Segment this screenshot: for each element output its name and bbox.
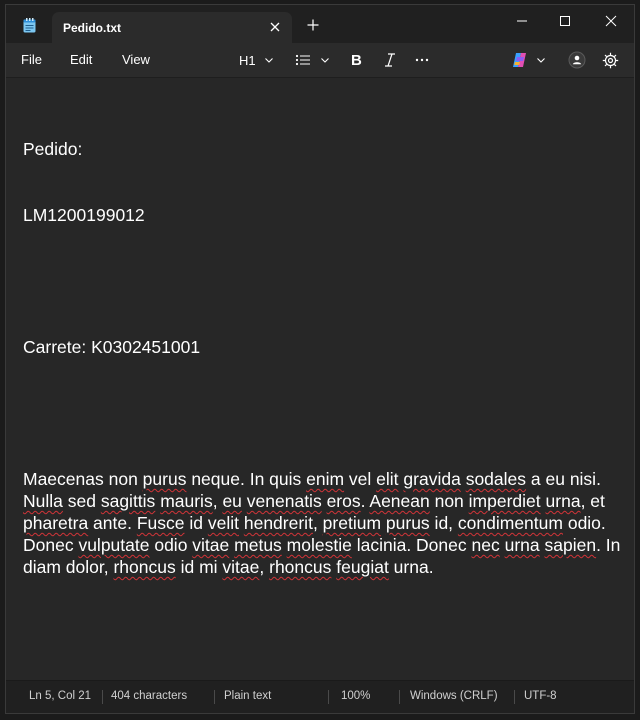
misspelled-word: vitae (192, 535, 230, 555)
misspelled-word: nec (471, 535, 500, 555)
misspelled-word: purus (385, 513, 430, 533)
gear-icon[interactable] (602, 51, 619, 69)
status-bar: Ln 5, Col 21 404 characters Plain text 1… (6, 680, 634, 713)
window-close-icon[interactable] (588, 9, 634, 33)
misspelled-word: purus (142, 469, 187, 489)
misspelled-word: venenatis (246, 491, 322, 511)
text-run: sed (62, 491, 101, 511)
list-dropdown[interactable] (295, 51, 330, 69)
document-line: LM1200199012 (23, 205, 145, 225)
document-paragraph: Maecenas non purus neque. In quis enim v… (23, 468, 623, 578)
menu-file[interactable]: File (21, 52, 42, 67)
misspelled-word: urna (504, 535, 540, 555)
menu-view[interactable]: View (122, 52, 150, 67)
misspelled-word: condimentum (457, 513, 563, 533)
text-run: , (212, 491, 223, 511)
status-divider (399, 690, 400, 704)
bullet-list-icon (295, 53, 311, 67)
copilot-dropdown[interactable] (511, 51, 546, 69)
misspelled-word: eros (326, 491, 361, 511)
text-run: a eu nisi. (526, 469, 606, 489)
misspelled-word: pretium (322, 513, 382, 533)
heading-label: H1 (239, 52, 256, 68)
bold-icon[interactable]: B (350, 51, 364, 69)
close-icon[interactable] (268, 20, 282, 34)
text-run: vel (344, 469, 377, 489)
text-editor[interactable]: Pedido: LM1200199012 Carrete: K030245100… (6, 78, 634, 682)
misspelled-word: imperdiet (468, 491, 541, 511)
text-run: odio (149, 535, 193, 555)
misspelled-word: sapien (544, 535, 597, 555)
text-run: lacinia. Donec (351, 535, 472, 555)
text-run: urna. (388, 557, 434, 577)
copilot-icon (511, 52, 528, 68)
zoom-level[interactable]: 100% (341, 690, 370, 702)
chevron-down-icon (536, 55, 546, 65)
misspelled-word: vulputate (78, 535, 150, 555)
status-divider (328, 690, 329, 704)
tab-pedido[interactable]: Pedido.txt (52, 12, 292, 43)
document-line: Pedido: (23, 139, 83, 159)
status-divider (214, 690, 215, 704)
maximize-icon[interactable] (542, 9, 588, 33)
misspelled-word: Aenean (369, 491, 430, 511)
misspelled-word: enim (306, 469, 345, 489)
encoding[interactable]: UTF-8 (524, 690, 557, 702)
notepad-icon (23, 18, 36, 33)
menu-bar: File Edit View H1 B (6, 43, 634, 78)
text-run: , (259, 557, 270, 577)
misspelled-word: hendrerit (243, 513, 313, 533)
document-line (23, 270, 623, 292)
misspelled-word: urna (545, 491, 581, 511)
notepad-window: Pedido.txt File Edit View H1 B Pedido: L… (5, 4, 635, 714)
misspelled-word: vitae (222, 557, 260, 577)
misspelled-word: gravida (403, 469, 461, 489)
cursor-position[interactable]: Ln 5, Col 21 (29, 690, 91, 702)
document-line (23, 402, 623, 424)
misspelled-word: Fusce (136, 513, 185, 533)
misspelled-word: sagittis (100, 491, 156, 511)
text-format[interactable]: Plain text (224, 690, 271, 702)
misspelled-word: Nulla (23, 491, 63, 511)
misspelled-word: elit (376, 469, 399, 489)
plus-icon[interactable] (306, 18, 320, 32)
svg-text:B: B (351, 52, 362, 68)
text-run: , (312, 513, 323, 533)
misspelled-word: metus (234, 535, 282, 555)
document-content[interactable]: Pedido: LM1200199012 Carrete: K030245100… (23, 94, 623, 622)
tab-title: Pedido.txt (63, 21, 122, 35)
title-bar: Pedido.txt (6, 5, 634, 43)
minimize-icon[interactable] (499, 9, 545, 33)
line-ending[interactable]: Windows (CRLF) (410, 690, 498, 702)
status-divider (102, 690, 103, 704)
text-run: id, (429, 513, 458, 533)
menu-edit[interactable]: Edit (70, 52, 92, 67)
misspelled-word: rhoncus (113, 557, 176, 577)
misspelled-word: rhoncus (269, 557, 332, 577)
misspelled-word: sodales (465, 469, 527, 489)
misspelled-word: molestie (286, 535, 352, 555)
text-run: id mi (175, 557, 223, 577)
text-run: Maecenas non (23, 469, 143, 489)
document-line: Carrete: K0302451001 (23, 337, 201, 357)
chevron-down-icon (320, 55, 330, 65)
text-run: , et (580, 491, 610, 511)
chevron-down-icon (264, 55, 274, 65)
status-divider (514, 690, 515, 704)
misspelled-word: mauris (160, 491, 213, 511)
misspelled-word: feugiat (336, 557, 389, 577)
heading-dropdown[interactable]: H1 (239, 51, 274, 69)
italic-icon[interactable] (383, 51, 397, 69)
more-icon[interactable] (414, 51, 430, 69)
misspelled-word: eu (222, 491, 242, 511)
misspelled-word: pharetra (23, 513, 89, 533)
text-run: non (429, 491, 469, 511)
misspelled-word: velit (207, 513, 239, 533)
character-count[interactable]: 404 characters (111, 690, 187, 702)
text-run: id (184, 513, 208, 533)
account-icon[interactable] (568, 51, 586, 69)
text-run: neque. In quis (186, 469, 307, 489)
text-run: ante. (88, 513, 137, 533)
